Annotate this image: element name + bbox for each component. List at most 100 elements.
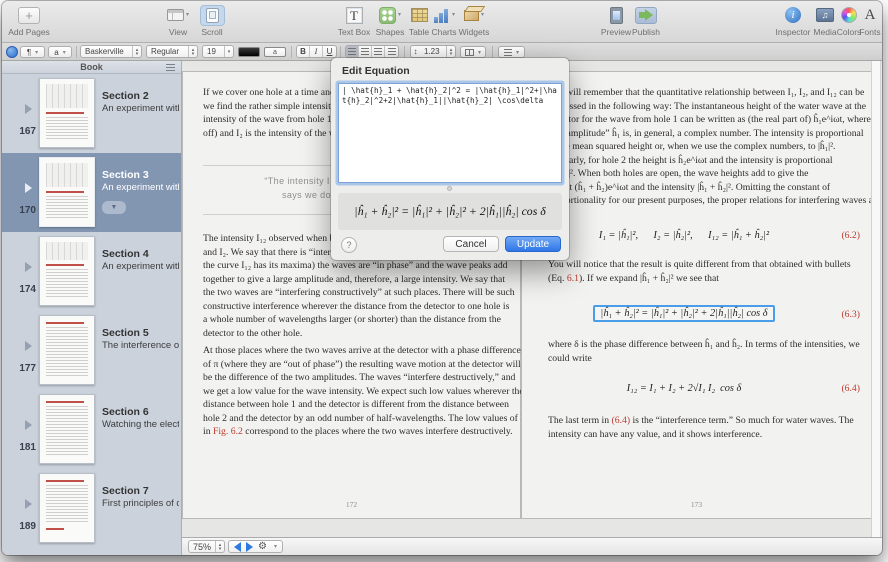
scroll-icon bbox=[206, 8, 219, 23]
character-fill-swatch[interactable]: a bbox=[264, 47, 286, 57]
line-spacing-control[interactable]: ↕ 1.23 ▴▾ bbox=[410, 45, 456, 58]
thumbnail-page-number: 181 bbox=[8, 442, 36, 453]
paragraph-style-button[interactable]: ¶▾ bbox=[20, 46, 45, 58]
equation-number: (6.4) bbox=[841, 383, 860, 394]
fonts-icon: A bbox=[865, 10, 876, 20]
page-thumbnail[interactable] bbox=[39, 78, 95, 148]
equation-link[interactable]: (6.4) bbox=[612, 415, 631, 426]
widgets-label: Widgets bbox=[454, 27, 494, 37]
expand-section-button[interactable]: ▼ bbox=[102, 201, 126, 214]
update-button[interactable]: Update bbox=[505, 236, 561, 252]
paragraph: At those places where the two waves arri… bbox=[203, 344, 508, 439]
page-thumbnail[interactable] bbox=[39, 157, 95, 227]
widgets-button[interactable]: ▾ Widgets bbox=[454, 4, 494, 37]
columns-button[interactable]: ▾ bbox=[460, 46, 486, 58]
page-thumbnail[interactable] bbox=[39, 315, 95, 385]
format-indicator-icon[interactable] bbox=[6, 46, 18, 58]
section-subtitle: An experiment with... bbox=[102, 182, 179, 193]
zoom-control[interactable]: 75% ▴▾ bbox=[188, 540, 225, 553]
align-justify-button[interactable] bbox=[385, 46, 398, 57]
alignment-group bbox=[345, 45, 399, 58]
font-family-select[interactable]: Baskerville ▴▾ bbox=[80, 45, 142, 58]
resize-handle[interactable] bbox=[447, 186, 452, 191]
chevron-down-icon: ▾ bbox=[186, 10, 189, 20]
app-window: + Add Pages ▾ View Scroll T Text Box ▾ S… bbox=[2, 1, 882, 555]
equation-link[interactable]: 6.1 bbox=[567, 273, 579, 284]
disclosure-triangle-icon[interactable] bbox=[25, 183, 32, 193]
pull-quote-line: says we do bbox=[203, 190, 331, 200]
align-left-button[interactable] bbox=[346, 46, 359, 57]
publish-button[interactable]: Publish bbox=[626, 4, 666, 37]
cancel-button[interactable]: Cancel bbox=[443, 236, 499, 252]
figure-link[interactable]: Fig. 6.2 bbox=[213, 426, 243, 437]
page-thumbnail[interactable] bbox=[39, 473, 95, 543]
character-style-button[interactable]: a▾ bbox=[48, 46, 72, 58]
italic-button[interactable]: I bbox=[310, 46, 323, 57]
selected-equation[interactable]: |ĥ₁ + ĥ₂|² = |ĥ₁|² + |ĥ₂|² + 2|ĥ₁||ĥ₂| c… bbox=[593, 305, 774, 322]
latex-input[interactable]: | \hat{h}_1 + \hat{h}_2|^2 = |\hat{h}_1|… bbox=[338, 83, 562, 183]
pull-quote-line: “The intensity I is bbox=[203, 176, 340, 186]
sidebar-item-partial[interactable] bbox=[2, 548, 181, 555]
chevron-down-icon: ▾ bbox=[478, 49, 481, 56]
list-style-button[interactable]: ▾ bbox=[498, 46, 525, 58]
font-size-value: 19 bbox=[203, 47, 224, 56]
scroll-button[interactable]: Scroll bbox=[192, 4, 232, 37]
section-subtitle: An experiment with el... bbox=[102, 261, 179, 272]
text-color-swatch[interactable] bbox=[238, 47, 260, 57]
disclosure-triangle-icon[interactable] bbox=[25, 341, 32, 351]
sidebar-item-section-5[interactable]: 177 Section 5 The interference of el... bbox=[2, 311, 181, 390]
vertical-scrollbar[interactable] bbox=[871, 61, 881, 537]
help-button[interactable]: ? bbox=[341, 237, 357, 253]
stepper-icon: ▴▾ bbox=[132, 46, 141, 57]
align-center-button[interactable] bbox=[359, 46, 372, 57]
chevron-down-icon: ▾ bbox=[398, 10, 401, 20]
add-pages-button[interactable]: + Add Pages bbox=[6, 4, 52, 37]
disclosure-triangle-icon[interactable] bbox=[25, 262, 32, 272]
disclosure-triangle-icon[interactable] bbox=[25, 499, 32, 509]
page-thumbnail[interactable] bbox=[39, 394, 95, 464]
paragraph: The last term in (6.4) is the “interfere… bbox=[548, 414, 860, 441]
section-title: Section 6 bbox=[102, 406, 179, 418]
paragraph: You will notice that the result is quite… bbox=[548, 258, 860, 285]
section-title: Section 2 bbox=[102, 90, 179, 102]
page-173[interactable]: You will remember that the quantitative … bbox=[521, 71, 872, 519]
book-sidebar: Book 167 Section 2 An experiment with b.… bbox=[2, 61, 182, 555]
preview-icon bbox=[610, 7, 623, 24]
underline-button[interactable]: U bbox=[323, 46, 336, 57]
stepper-icon: ▴▾ bbox=[446, 46, 455, 57]
charts-icon bbox=[433, 8, 450, 23]
gear-icon[interactable]: ⚙ bbox=[258, 540, 267, 553]
disclosure-triangle-icon[interactable] bbox=[25, 104, 32, 114]
columns-icon bbox=[465, 49, 474, 56]
back-arrow-icon[interactable] bbox=[234, 542, 241, 552]
font-size-select[interactable]: 19 ▾ bbox=[202, 45, 234, 58]
sidebar-item-section-2[interactable]: 167 Section 2 An experiment with b... bbox=[2, 74, 181, 153]
font-style-value: Regular bbox=[147, 47, 188, 56]
font-style-select[interactable]: Regular ▴▾ bbox=[146, 45, 198, 58]
page-thumbnail[interactable] bbox=[39, 236, 95, 306]
sidebar-header[interactable]: Book bbox=[2, 61, 181, 74]
equation-number: (6.2) bbox=[841, 230, 860, 241]
stepper-icon: ▴▾ bbox=[188, 46, 197, 57]
align-right-button[interactable] bbox=[372, 46, 385, 57]
paragraph-style-label: ¶ bbox=[27, 48, 31, 57]
sidebar-item-section-7[interactable]: 189 Section 7 First principles of qua... bbox=[2, 469, 181, 548]
font-weight-group: B I U bbox=[296, 45, 337, 58]
add-pages-icon: + bbox=[18, 7, 40, 24]
sidebar-item-section-6[interactable]: 181 Section 6 Watching the electrons bbox=[2, 390, 181, 469]
forward-arrow-icon[interactable] bbox=[246, 542, 253, 552]
font-family-value: Baskerville bbox=[81, 47, 132, 56]
thumbnail-page-number: 167 bbox=[8, 126, 36, 137]
navigation-group: ⚙ ▾ bbox=[228, 540, 283, 553]
sidebar-item-section-3[interactable]: 170 Section 3 An experiment with... ▼ bbox=[2, 153, 181, 232]
section-subtitle: First principles of qua... bbox=[102, 498, 179, 509]
sidebar-item-section-4[interactable]: 174 Section 4 An experiment with el... bbox=[2, 232, 181, 311]
disclosure-triangle-icon[interactable] bbox=[25, 420, 32, 430]
bold-button[interactable]: B bbox=[297, 46, 310, 57]
fonts-button[interactable]: A Fonts bbox=[855, 4, 882, 37]
line-spacing-icon: ↕ bbox=[411, 47, 420, 56]
zoom-level: 75% bbox=[189, 542, 215, 552]
section-title: Section 7 bbox=[102, 485, 179, 497]
list-view-icon[interactable] bbox=[166, 64, 175, 71]
section-title: Section 4 bbox=[102, 248, 179, 260]
